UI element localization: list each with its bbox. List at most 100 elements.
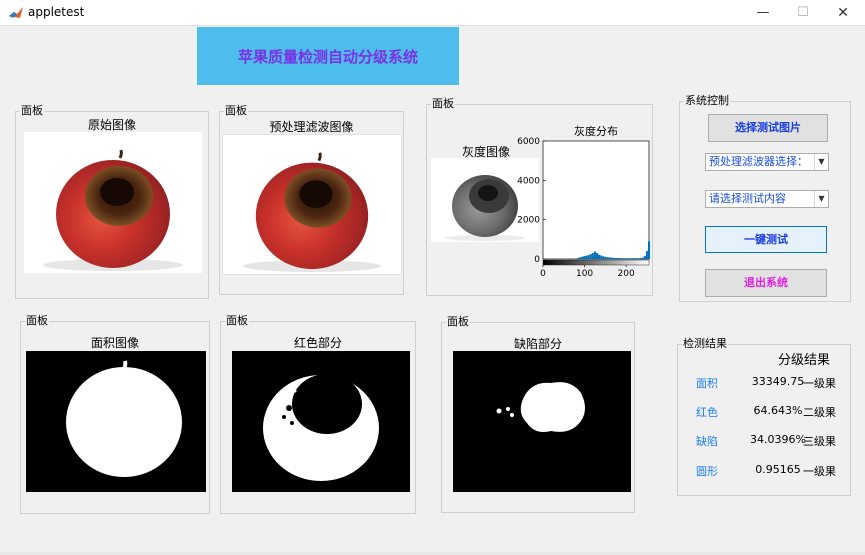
y-tick-label: 6000 [517, 137, 540, 147]
result-label: 缺陷 [696, 435, 718, 448]
histogram-bar [623, 258, 626, 259]
matlab-app-icon [9, 7, 23, 18]
system-title-banner: 苹果质量检测自动分级系统 [197, 27, 459, 85]
original-image-panel: 面板 原始图像 [15, 104, 209, 299]
histogram-bar [593, 251, 596, 259]
filtered-image-title: 预处理滤波图像 [269, 120, 354, 134]
result-row-roundness: 圆形 0.95165 一级果 [678, 463, 850, 479]
area-image-panel: 面板 面积图像 [20, 314, 210, 514]
histogram-bar [627, 258, 630, 259]
histogram-bar [639, 258, 642, 259]
histogram-bar [608, 257, 611, 259]
result-row-area: 面积 33349.75 一级果 [678, 375, 850, 391]
histogram-bar [637, 258, 640, 259]
histogram-bar [625, 258, 628, 259]
histogram-bar [604, 256, 607, 259]
close-button[interactable]: ✕ [822, 0, 864, 26]
panel-label: 系统控制 [684, 94, 730, 108]
histogram-bar [620, 258, 623, 259]
histogram-bar [643, 256, 646, 259]
panel-label: 面板 [446, 315, 470, 329]
histogram-bar [587, 255, 590, 259]
result-label: 圆形 [696, 465, 718, 478]
x-tick-label: 100 [576, 269, 593, 279]
histogram-bar [645, 251, 648, 259]
panel-label: 面板 [225, 314, 249, 328]
histogram-bar [610, 257, 613, 259]
grayscale-panel: 面板 灰度图像 灰度分布 0 2000 4000 6000 0 100 200 [426, 97, 653, 296]
histogram-bar [612, 257, 615, 259]
histogram-bar [598, 254, 601, 259]
y-tick-label: 4000 [517, 176, 540, 186]
test-content-select-value: 请选择测试内容 [709, 192, 786, 205]
chevron-down-icon: ▼ [814, 191, 828, 207]
red-part-title: 红色部分 [293, 336, 342, 350]
red-part-binary-image [232, 351, 410, 492]
y-tick-label: 2000 [517, 216, 540, 226]
result-label: 红色 [696, 406, 718, 419]
defect-part-title: 缺陷部分 [513, 337, 562, 351]
system-control-panel: 系统控制 选择测试图片 预处理滤波器选择： ▼ 请选择测试内容 ▼ 一键测试 退… [679, 94, 851, 302]
test-content-select-dropdown[interactable]: 请选择测试内容 ▼ [705, 190, 829, 208]
histogram-bar [596, 253, 599, 259]
one-click-test-button[interactable]: 一键测试 [705, 226, 827, 253]
original-image-title: 原始图像 [87, 118, 136, 132]
histogram-bar [602, 256, 605, 259]
filter-select-dropdown[interactable]: 预处理滤波器选择： ▼ [705, 153, 829, 171]
result-row-defect: 缺陷 34.0396% 三级果 [678, 433, 850, 449]
area-image-title: 面积图像 [90, 336, 139, 350]
histogram-bar [606, 257, 609, 259]
filtered-image-panel: 面板 预处理滤波图像 [219, 104, 404, 295]
detection-results-panel: 检测结果 分级结果 面积 33349.75 一级果 红色 64.643% 二级果… [677, 337, 851, 496]
filtered-apple-image [222, 134, 402, 275]
panel-label: 检测结果 [682, 337, 728, 351]
minimize-button[interactable]: — [742, 0, 784, 26]
y-tick-label: 0 [534, 255, 540, 265]
histogram-bar [600, 255, 603, 259]
histogram-bar [581, 256, 584, 259]
histogram-svg: 灰度分布 0 2000 4000 6000 0 100 200 [517, 124, 651, 279]
filter-select-value: 预处理滤波器选择： [709, 155, 808, 168]
histogram-bar [629, 258, 632, 259]
histogram-bar [641, 257, 644, 259]
window-title-bar: appletest — ☐ ✕ [0, 0, 865, 26]
result-label: 面积 [696, 377, 718, 390]
defect-part-binary-image [453, 351, 631, 492]
x-tick-label: 0 [540, 269, 546, 279]
histogram-title: 灰度分布 [574, 124, 618, 138]
panel-label: 面板 [224, 104, 248, 118]
histogram-bar [585, 255, 588, 259]
defect-part-panel: 面板 缺陷部分 [441, 315, 635, 513]
result-grade: 一级果 [803, 377, 836, 390]
chevron-down-icon: ▼ [814, 154, 828, 170]
histogram-bar [647, 241, 651, 259]
histogram-bar [583, 256, 586, 259]
grading-results-title: 分级结果 [778, 353, 831, 368]
gray-histogram: 灰度分布 0 2000 4000 6000 0 100 200 [501, 123, 653, 295]
histogram-bar [614, 257, 617, 259]
x-tick-label: 200 [618, 269, 635, 279]
window-title: appletest [28, 5, 85, 19]
histogram-bar [635, 258, 638, 259]
result-grade: 二级果 [803, 406, 836, 419]
original-apple-image [24, 132, 202, 273]
panel-label: 面板 [431, 97, 455, 111]
system-title: 苹果质量检测自动分级系统 [237, 47, 418, 66]
histogram-bar [579, 257, 582, 259]
histogram-bar [616, 258, 619, 259]
result-grade: 三级果 [803, 435, 836, 448]
gray-colorbar [542, 259, 650, 266]
histogram-bar [631, 258, 634, 259]
histogram-bar [589, 254, 592, 259]
histogram-bar [633, 258, 636, 259]
histogram-bar [591, 253, 594, 259]
histogram-plot-area [542, 140, 650, 260]
histogram-bar [618, 258, 621, 259]
maximize-button[interactable]: ☐ [782, 0, 824, 26]
area-binary-image [26, 351, 206, 492]
panel-label: 面板 [25, 314, 49, 328]
select-test-image-button[interactable]: 选择测试图片 [708, 114, 828, 142]
result-grade: 一级果 [803, 465, 836, 478]
exit-system-button[interactable]: 退出系统 [705, 269, 827, 297]
red-part-panel: 面板 红色部分 [220, 314, 416, 514]
